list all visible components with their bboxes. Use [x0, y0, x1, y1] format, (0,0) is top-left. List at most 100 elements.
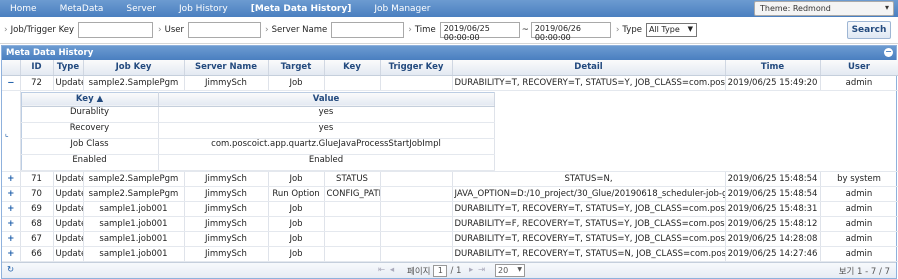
separator-icon: ›: [615, 25, 620, 35]
refresh-icon[interactable]: ↻: [7, 265, 14, 275]
cell-time: 2019/06/25 14:27:46: [725, 246, 821, 262]
job-trigger-key-input[interactable]: [78, 22, 154, 38]
top-nav: Home MetaData Server Job History [Meta D…: [0, 0, 898, 17]
table-row[interactable]: +68Updatesample1.job001JimmySchJob DURABI…: [2, 216, 898, 232]
cell-target: Job: [268, 231, 325, 247]
cell-trigger-key: [380, 216, 453, 232]
cell-server-name: JimmySch: [184, 186, 269, 202]
subgrid-header-key[interactable]: Key ▲: [21, 92, 159, 107]
expand-row-icon[interactable]: +: [2, 186, 21, 202]
meta-data-history-grid: Meta Data History − ID Type Job Key Serv…: [1, 45, 898, 279]
rows-per-page-value: 20: [498, 266, 509, 275]
subgrid-row-item[interactable]: Recovery yes: [21, 122, 495, 139]
column-header-time[interactable]: Time: [725, 60, 821, 76]
subgrid-row-item[interactable]: Durablity yes: [21, 106, 495, 123]
subgrid-row-item[interactable]: Job Class com.poscoict.app.quartz.GlueJa…: [21, 138, 495, 155]
expand-row-icon[interactable]: +: [2, 231, 21, 247]
table-row[interactable]: +70Updatesample2.SamplePgmJimmySchRun Op…: [2, 186, 898, 202]
cell-detail: DURABILITY=T, RECOVERY=T, STATUS=Y, JOB_…: [452, 231, 726, 247]
nav-job-manager[interactable]: Job Manager: [374, 4, 430, 14]
cell-user: admin: [820, 216, 898, 232]
server-name-input[interactable]: [331, 22, 405, 38]
cell-target: Job: [268, 171, 325, 187]
theme-label: Theme: Redmond: [760, 4, 831, 13]
column-header-server-name[interactable]: Server Name: [184, 60, 269, 76]
nav-metadata[interactable]: MetaData: [60, 4, 104, 14]
table-row[interactable]: +66Updatesample1.job001JimmySchJob DURABI…: [2, 246, 898, 262]
column-header-detail[interactable]: Detail: [452, 60, 726, 76]
collapse-row-icon[interactable]: −: [2, 75, 21, 91]
nav-home[interactable]: Home: [10, 4, 37, 14]
column-header-key[interactable]: Key: [324, 60, 381, 76]
cell-job-key: sample1.job001: [83, 246, 185, 262]
cell-type: Update: [53, 246, 84, 262]
cell-trigger-key: [380, 75, 453, 91]
column-header-target[interactable]: Target: [268, 60, 325, 76]
subgrid-gutter: ⌞: [2, 90, 21, 172]
time-from-input[interactable]: 2019/06/25 00:00:00: [439, 22, 520, 42]
table-row[interactable]: +69Updatesample1.job001JimmySchJob DURABI…: [2, 201, 898, 217]
cell-trigger-key: [380, 201, 453, 217]
subgrid-header-row: Key ▲ Value: [21, 92, 495, 107]
column-header-trigger-key[interactable]: Trigger Key: [380, 60, 453, 76]
column-header-type[interactable]: Type: [53, 60, 84, 76]
type-select[interactable]: All Type ▼: [645, 23, 697, 37]
collapse-icon[interactable]: −: [884, 48, 893, 57]
next-last-page-icon[interactable]: ▸ ⇥: [469, 265, 486, 275]
column-header-id[interactable]: ID: [20, 60, 54, 76]
table-row[interactable]: − 72 Update sample2.SamplePgm JimmySch J…: [2, 75, 898, 91]
cell-server-name: JimmySch: [184, 75, 269, 91]
page-input[interactable]: 1: [433, 265, 448, 277]
grid-caption: Meta Data History −: [2, 46, 896, 60]
cell-key: [324, 216, 381, 232]
time-label: Time: [414, 25, 436, 35]
subgrid-key: Job Class: [21, 138, 159, 155]
first-prev-page-icon[interactable]: ⇤ ◂: [378, 265, 395, 275]
cell-target: Job: [268, 246, 325, 262]
subgrid-row-item[interactable]: Enabled Enabled: [21, 154, 495, 170]
cell-id: 68: [20, 216, 54, 232]
subgrid-header-value[interactable]: Value: [158, 92, 495, 107]
grid-header-row: ID Type Job Key Server Name Target Key T…: [2, 60, 898, 76]
cell-id: 71: [20, 171, 54, 187]
nav-meta-data-history[interactable]: [Meta Data History]: [251, 4, 352, 14]
cell-server-name: JimmySch: [184, 171, 269, 187]
cell-detail: DURABILITY=T, RECOVERY=T, STATUS=N, JOB_…: [452, 246, 726, 262]
theme-select[interactable]: Theme: Redmond ▾: [754, 1, 894, 16]
expand-row-icon[interactable]: +: [2, 171, 21, 187]
expand-row-icon[interactable]: +: [2, 216, 21, 232]
cell-id: 70: [20, 186, 54, 202]
user-input[interactable]: [188, 22, 261, 38]
expand-row-icon[interactable]: +: [2, 201, 21, 217]
subgrid-row: ⌞ Key ▲ Value Durablity yes Recovery yes…: [2, 90, 898, 172]
cell-job-key: sample1.job001: [83, 216, 185, 232]
expand-row-icon[interactable]: +: [2, 246, 21, 262]
rows-per-page-select[interactable]: 20 ▼: [495, 264, 525, 277]
column-header-job-key[interactable]: Job Key: [83, 60, 185, 76]
search-button[interactable]: Search: [847, 21, 891, 39]
cell-detail: DURABILITY=T, RECOVERY=T, STATUS=Y, JOB_…: [452, 75, 726, 91]
nav-server[interactable]: Server: [126, 4, 156, 14]
cell-user: admin: [820, 75, 898, 91]
cell-job-key: sample2.SamplePgm: [83, 186, 185, 202]
cell-time: 2019/06/25 15:48:31: [725, 201, 821, 217]
cell-detail: JAVA_OPTION=D:/10_project/30_Glue/201906…: [452, 186, 726, 202]
cell-id: 69: [20, 201, 54, 217]
cell-target: Job: [268, 201, 325, 217]
user-label: User: [164, 25, 184, 35]
cell-key: CONFIG_PATH: [324, 186, 381, 202]
cell-server-name: JimmySch: [184, 216, 269, 232]
cell-time: 2019/06/25 15:48:54: [725, 186, 821, 202]
column-header-user[interactable]: User: [820, 60, 898, 76]
subgrid-table: Key ▲ Value Durablity yes Recovery yes J…: [20, 91, 495, 170]
cell-user: admin: [820, 246, 898, 262]
cell-trigger-key: [380, 246, 453, 262]
nav-job-history[interactable]: Job History: [179, 4, 228, 14]
time-to-input[interactable]: 2019/06/26 00:00:00: [530, 22, 611, 42]
cell-user: admin: [820, 186, 898, 202]
cell-time: 2019/06/25 15:48:12: [725, 216, 821, 232]
table-row[interactable]: +71Updatesample2.SamplePgmJimmySchJobSTA…: [2, 171, 898, 187]
table-row[interactable]: +67Updatesample1.job001JimmySchJob DURABI…: [2, 231, 898, 247]
cell-job-key: sample2.SamplePgm: [83, 171, 185, 187]
cell-type: Update: [53, 75, 84, 91]
